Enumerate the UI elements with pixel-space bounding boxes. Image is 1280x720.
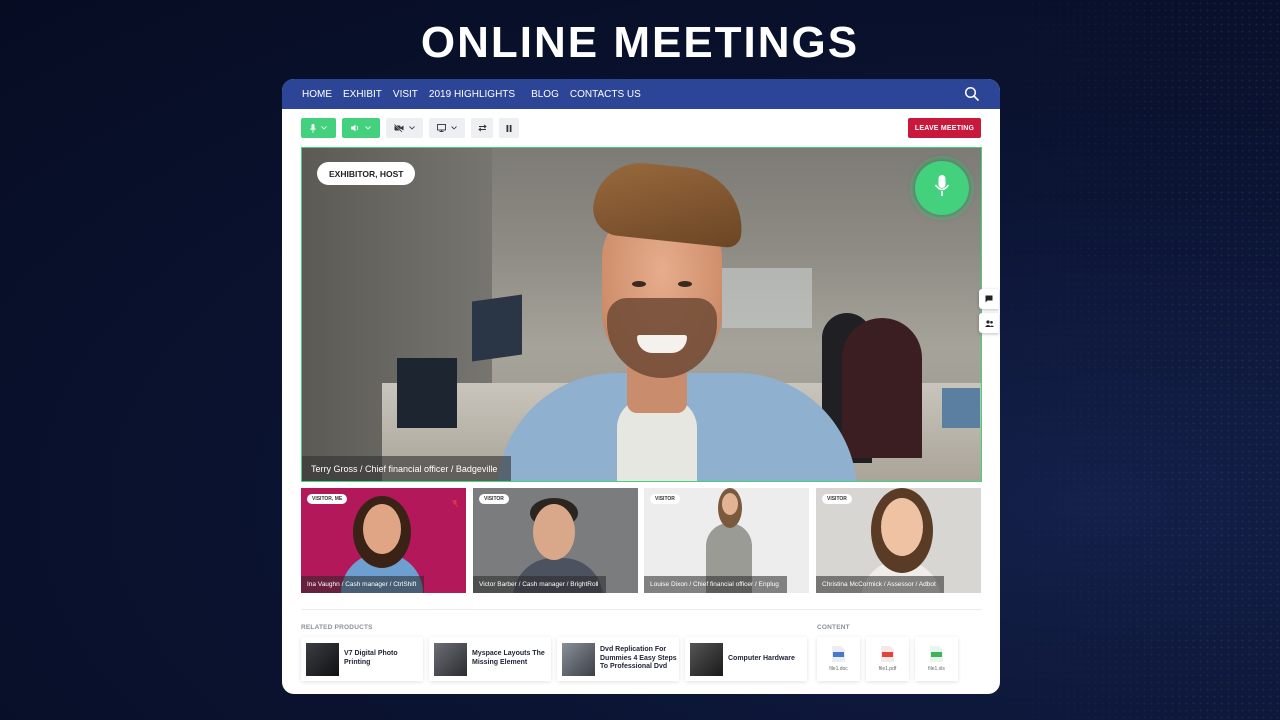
meeting-window: HOME EXHIBIT VISIT 2019 HIGHLIGHTS BLOG … [282,79,1000,694]
chevron-down-icon [321,126,327,130]
divider [301,609,982,610]
product-title: Myspace Layouts The Missing Element [472,650,545,666]
participant-tile[interactable]: VISITOR, ME Ina Vaughn / Cash manager / … [301,488,466,593]
product-title: Dvd Replication For Dummies 4 Easy Steps… [600,645,677,671]
participant-caption: Victor Barber / Cash manager / BrightRol… [473,576,607,593]
file-card[interactable]: file1.xls [915,637,958,681]
product-image [306,642,339,676]
product-card[interactable]: Computer Hardware [685,637,807,681]
nav-home[interactable]: HOME [302,89,332,100]
file-name: file1.pdf [878,666,897,672]
participant-caption: Christina McCormick / Assessor / Adbot [816,576,944,593]
microphone-button[interactable] [301,118,336,138]
background-pattern [980,0,1280,720]
file-card[interactable]: file1.pdf [866,637,909,681]
speaking-indicator [910,156,974,220]
swap-icon [477,124,487,132]
microphone-icon [934,174,950,202]
file-name: file1.xls [928,666,945,672]
screen-share-button[interactable] [429,118,465,138]
search-icon[interactable] [964,86,980,102]
pause-button[interactable] [499,118,519,138]
participant-tile[interactable]: VISITOR Louise Dixon / Chief financial o… [644,488,809,593]
camera-button[interactable] [386,118,423,138]
product-title: V7 Digital Photo Printing [344,650,398,666]
related-products-title: RELATED PRODUCTS [301,624,373,631]
product-image [690,642,723,676]
microphone-icon [310,123,316,133]
meeting-toolbar: LEAVE MEETING [301,118,981,138]
nav-exhibit[interactable]: EXHIBIT [343,89,382,100]
leave-meeting-button[interactable]: LEAVE MEETING [908,118,981,138]
product-title: Computer Hardware [728,654,795,662]
product-card[interactable]: Dvd Replication For Dummies 4 Easy Steps… [557,637,679,681]
participants-tab[interactable] [979,313,999,333]
hero-title: ONLINE MEETINGS [420,18,860,67]
chat-tab[interactable] [979,289,999,309]
speaker-button[interactable] [342,118,380,138]
nav-visit[interactable]: VISIT [393,89,418,100]
pause-icon [506,124,512,132]
participant-caption: Ina Vaughn / Cash manager / CtrlShift [301,576,425,593]
chat-icon [985,290,993,308]
participants-icon [984,314,994,332]
participant-tag: VISITOR, ME [307,494,348,504]
product-card[interactable]: V7 Digital Photo Printing [301,637,423,681]
file-card[interactable]: file1.doc [817,637,860,681]
participant-strip: VISITOR, ME Ina Vaughn / Cash manager / … [301,488,982,593]
top-nav: HOME EXHIBIT VISIT 2019 HIGHLIGHTS BLOG … [282,79,1000,109]
chevron-down-icon [451,126,457,130]
product-image [562,642,595,676]
chevron-down-icon [365,126,371,130]
xls-file-icon [930,646,943,662]
speaker-icon [351,124,360,132]
chevron-down-icon [409,126,415,130]
participant-tag: VISITOR [479,494,509,504]
nav-contacts[interactable]: CONTACTS US [570,89,641,100]
product-image [434,642,467,676]
product-card[interactable]: Myspace Layouts The Missing Element [429,637,551,681]
monitor-icon [437,124,446,132]
participant-tag: VISITOR [822,494,852,504]
participant-caption: Louise Dixon / Chief financial officer /… [644,576,787,593]
pdf-file-icon [881,646,894,662]
content-title: CONTENT [817,624,850,631]
file-name: file1.doc [829,666,848,672]
nav-highlights[interactable]: 2019 HIGHLIGHTS [429,89,515,100]
participant-tile[interactable]: VISITOR Christina McCormick / Assessor /… [816,488,981,593]
main-video[interactable]: EXHIBITOR, HOST Terry Gross / Chief fina… [301,147,982,482]
nav-blog[interactable]: BLOG [531,89,559,100]
speaker-caption: Terry Gross / Chief financial officer / … [302,456,512,481]
mic-off-icon [451,494,459,512]
camera-off-icon [394,124,404,132]
participant-tag: VISITOR [650,494,680,504]
doc-file-icon [832,646,845,662]
participant-tile[interactable]: VISITOR Victor Barber / Cash manager / B… [473,488,638,593]
role-badge: EXHIBITOR, HOST [317,162,416,185]
swap-button[interactable] [471,118,493,138]
